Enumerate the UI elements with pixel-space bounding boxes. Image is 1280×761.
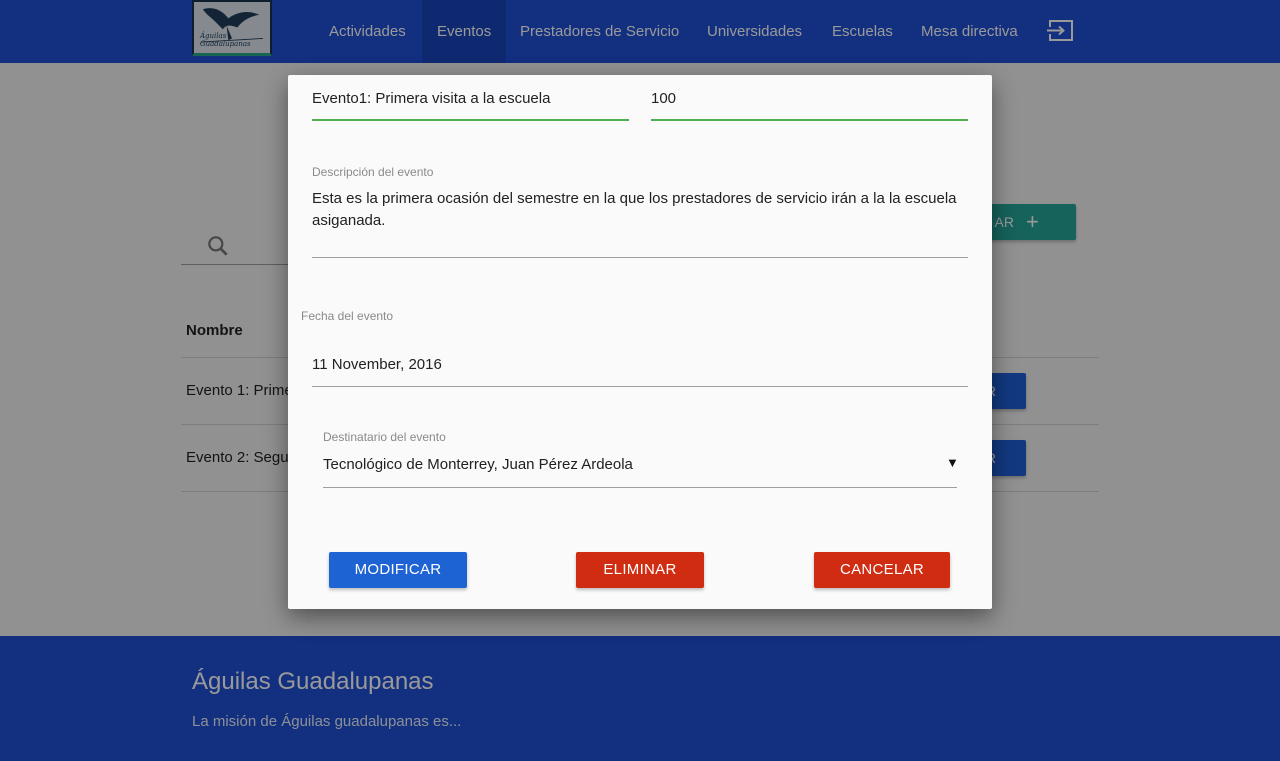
delete-button[interactable]: ELIMINAR <box>576 552 704 588</box>
event-capacity-underline <box>651 119 968 121</box>
recipient-select[interactable]: Tecnológico de Monterrey, Juan Pérez Ard… <box>323 456 633 473</box>
date-label: Fecha del evento <box>301 309 394 323</box>
dropdown-arrow-icon[interactable]: ▼ <box>946 455 959 470</box>
description-underline <box>312 257 968 258</box>
recipient-label: Destinatario del evento <box>323 430 446 444</box>
description-textarea[interactable]: Esta es la primera ocasión del semestre … <box>312 188 962 232</box>
date-picker-input[interactable]: 11 November, 2016 <box>312 356 442 373</box>
modify-button[interactable]: MODIFICAR <box>329 552 467 588</box>
edit-event-modal: Evento1: Primera visita a la escuela 100… <box>288 75 992 609</box>
event-name-underline <box>312 119 629 121</box>
date-underline <box>312 386 968 387</box>
event-capacity-input[interactable]: 100 <box>651 90 676 107</box>
description-label: Descripción del evento <box>312 165 434 179</box>
recipient-underline <box>323 487 957 488</box>
event-name-input[interactable]: Evento1: Primera visita a la escuela <box>312 90 550 107</box>
cancel-button[interactable]: CANCELAR <box>814 552 950 588</box>
